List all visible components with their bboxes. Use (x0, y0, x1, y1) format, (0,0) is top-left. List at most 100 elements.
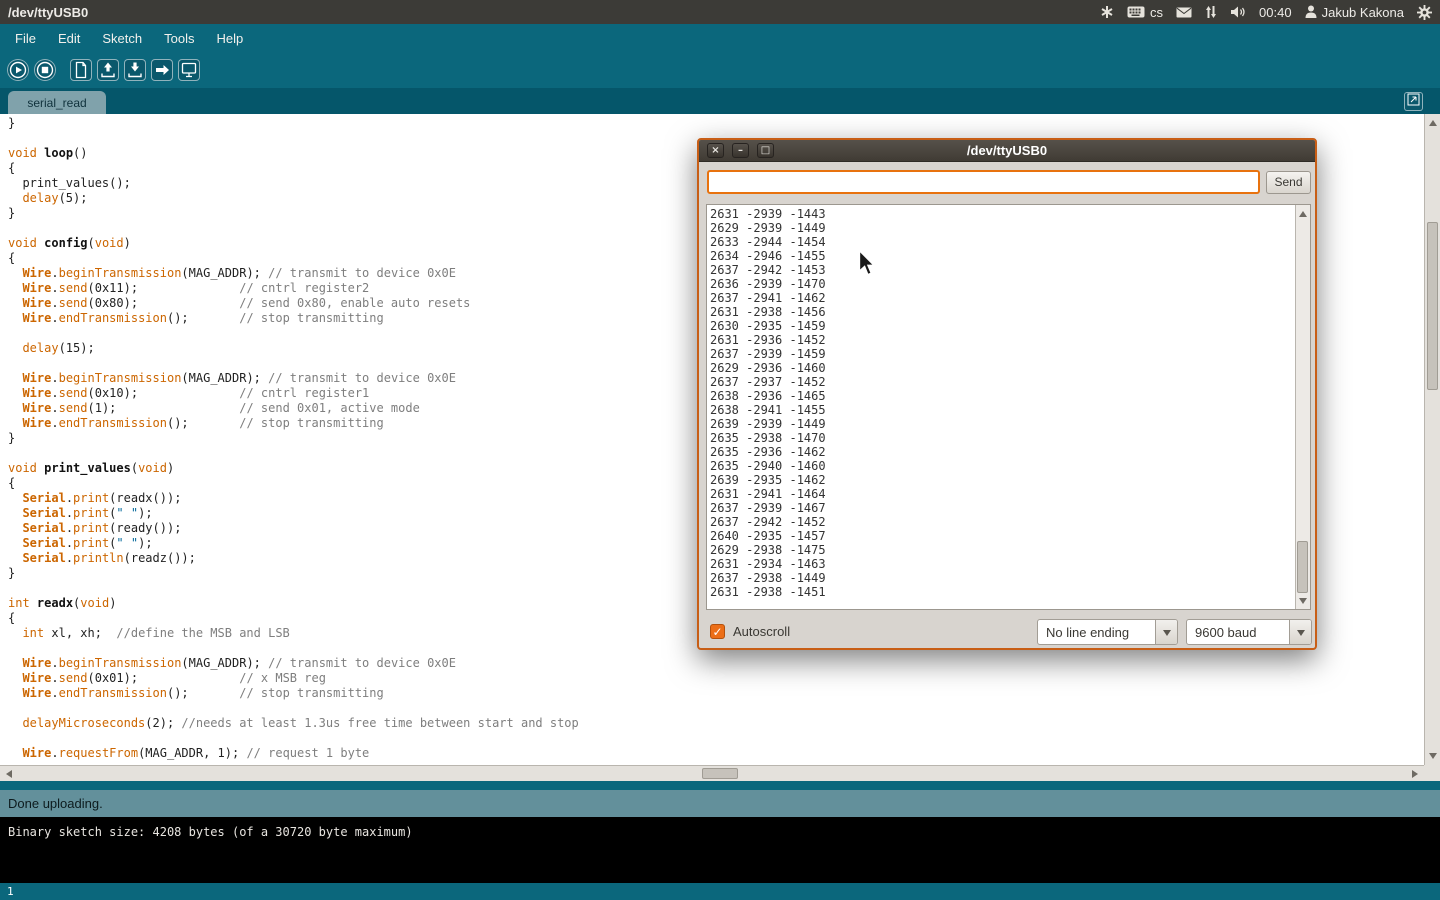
menu-tools[interactable]: Tools (153, 26, 205, 51)
code-line: Wire.requestFrom(MAG_ADDR, 1); // reques… (0, 746, 1424, 761)
serial-data-line: 2637 -2939 -1459 (707, 347, 1295, 361)
code-line: Wire.beginTransmission(MAG_ADDR); // tra… (0, 656, 1424, 671)
serial-scroll-thumb[interactable] (1297, 541, 1308, 593)
close-icon[interactable]: × (707, 143, 724, 158)
line-ending-select[interactable]: No line ending (1037, 619, 1178, 645)
save-button[interactable] (124, 59, 146, 81)
code-line: Wire.send(0x01); // x MSB reg (0, 671, 1424, 686)
footer-bar: 1 (0, 883, 1440, 900)
serial-data-line: 2630 -2935 -1459 (707, 319, 1295, 333)
serial-data-line: 2638 -2936 -1465 (707, 389, 1295, 403)
serial-data-line: 2637 -2937 -1452 (707, 375, 1295, 389)
panel-window-title: /dev/ttyUSB0 (8, 5, 88, 20)
scroll-left-arrow[interactable] (2, 766, 12, 781)
serial-data-line: 2637 -2939 -1467 (707, 501, 1295, 515)
verify-button[interactable] (7, 59, 29, 81)
send-button[interactable]: Send (1266, 171, 1311, 194)
serial-data-line: 2634 -2946 -1455 (707, 249, 1295, 263)
serial-output-area[interactable]: 2631 -2939 -14432629 -2939 -14492633 -29… (706, 204, 1311, 610)
editor-vscroll-thumb[interactable] (1427, 222, 1438, 390)
serial-data-line: 2635 -2936 -1462 (707, 445, 1295, 459)
code-line (0, 701, 1424, 716)
serial-send-input[interactable] (707, 170, 1260, 194)
serial-monitor-icon (179, 60, 199, 80)
serial-data-line: 2631 -2936 -1452 (707, 333, 1295, 347)
serial-data-line: 2638 -2941 -1455 (707, 403, 1295, 417)
serial-scroll-down-arrow[interactable] (1296, 598, 1310, 607)
serial-data-line: 2637 -2938 -1449 (707, 571, 1295, 585)
tab-strip: serial_read (0, 88, 1440, 114)
new-icon (71, 60, 91, 80)
serial-data-line: 2639 -2935 -1462 (707, 473, 1295, 487)
menu-edit[interactable]: Edit (47, 26, 91, 51)
session-gear-icon[interactable] (1417, 5, 1432, 20)
serial-scroll-up-arrow[interactable] (1296, 207, 1310, 216)
maximize-icon[interactable]: □ (757, 143, 774, 158)
line-number-indicator: 1 (7, 885, 14, 898)
tab-serial_read[interactable]: serial_read (8, 91, 106, 114)
line-ending-value: No line ending (1046, 625, 1151, 640)
serial-data-line: 2631 -2938 -1456 (707, 305, 1295, 319)
minimize-icon[interactable]: – (732, 143, 749, 158)
mail-icon[interactable] (1176, 7, 1192, 18)
open-button[interactable] (97, 59, 119, 81)
serial-scrollbar[interactable] (1295, 205, 1310, 609)
system-tray: cs 00:40 Jakub Kakona (1100, 5, 1432, 20)
menu-help[interactable]: Help (205, 26, 254, 51)
code-line: delayMicroseconds(2); //needs at least 1… (0, 716, 1424, 731)
network-traffic-icon[interactable] (1205, 5, 1217, 19)
scroll-down-arrow[interactable] (1425, 753, 1440, 763)
chevron-down-icon[interactable] (1289, 620, 1311, 644)
clock[interactable]: 00:40 (1259, 5, 1292, 20)
volume-icon[interactable] (1230, 5, 1246, 19)
clock-label: 00:40 (1259, 5, 1292, 20)
indicator-star-icon[interactable] (1100, 5, 1114, 19)
scroll-up-arrow[interactable] (1425, 116, 1440, 126)
upload-icon (152, 60, 172, 80)
baud-rate-value: 9600 baud (1195, 625, 1285, 640)
serial-output: 2631 -2939 -14432629 -2939 -14492633 -29… (707, 207, 1295, 609)
scrollbar-corner (1424, 765, 1440, 781)
menu-file[interactable]: File (4, 26, 47, 51)
mouse-cursor (858, 250, 876, 282)
new-button[interactable] (70, 59, 92, 81)
top-panel: /dev/ttyUSB0 cs 00:40 (0, 0, 1440, 24)
upload-button[interactable] (151, 59, 173, 81)
serial-data-line: 2629 -2939 -1449 (707, 221, 1295, 235)
toolbar (0, 52, 1440, 88)
user-menu[interactable]: Jakub Kakona (1305, 5, 1404, 20)
tab-menu-button[interactable] (1404, 92, 1423, 111)
editor-vertical-scrollbar[interactable] (1424, 114, 1440, 765)
serial-data-line: 2631 -2938 -1451 (707, 585, 1295, 599)
serial-data-line: 2633 -2944 -1454 (707, 235, 1295, 249)
serial-data-line: 2631 -2934 -1463 (707, 557, 1295, 571)
serial-data-line: 2635 -2940 -1460 (707, 459, 1295, 473)
editor-horizontal-scrollbar[interactable] (0, 765, 1424, 781)
serial-monitor-button[interactable] (178, 59, 200, 81)
autoscroll-checkbox[interactable]: ✓ (710, 624, 725, 639)
menu-sketch[interactable]: Sketch (91, 26, 153, 51)
serial-window-titlebar[interactable]: × – □ /dev/ttyUSB0 (699, 140, 1315, 162)
console-line: Binary sketch size: 4208 bytes (of a 307… (8, 824, 1432, 840)
status-message: Done uploading. (8, 796, 103, 811)
keyboard-layout-label: cs (1150, 5, 1163, 20)
baud-rate-select[interactable]: 9600 baud (1186, 619, 1312, 645)
status-bar: Done uploading. (0, 790, 1440, 817)
tab-label: serial_read (27, 96, 86, 110)
chevron-down-icon[interactable] (1155, 620, 1177, 644)
stop-icon (35, 60, 55, 80)
scroll-right-arrow[interactable] (1412, 766, 1422, 781)
editor-hscroll-thumb[interactable] (702, 768, 738, 779)
serial-monitor-window: × – □ /dev/ttyUSB0 Send 2631 -2939 -1443… (697, 138, 1317, 650)
serial-data-line: 2640 -2935 -1457 (707, 529, 1295, 543)
tab-menu-icon (1407, 93, 1420, 111)
serial-data-line: 2629 -2936 -1460 (707, 361, 1295, 375)
serial-window-title: /dev/ttyUSB0 (967, 143, 1047, 158)
stop-button[interactable] (34, 59, 56, 81)
code-line (0, 731, 1424, 746)
serial-data-line: 2636 -2939 -1470 (707, 277, 1295, 291)
serial-data-line: 2637 -2941 -1462 (707, 291, 1295, 305)
keyboard-layout-indicator[interactable]: cs (1127, 5, 1163, 20)
serial-data-line: 2629 -2938 -1475 (707, 543, 1295, 557)
username-label: Jakub Kakona (1322, 5, 1404, 20)
